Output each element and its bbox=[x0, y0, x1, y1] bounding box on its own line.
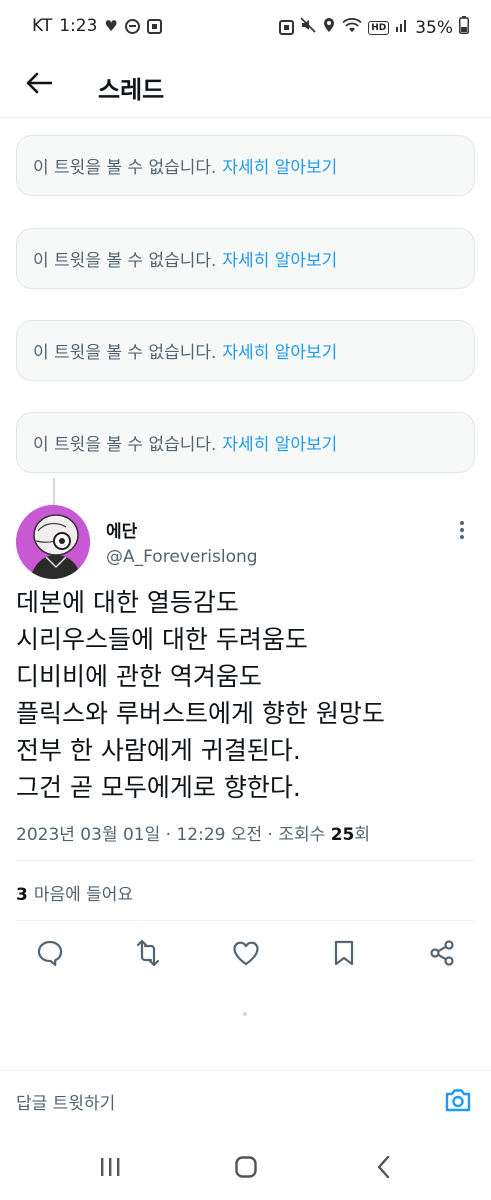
unavailable-tweet-notice: 이 트윗을 볼 수 없습니다. 자세히 알아보기 bbox=[16, 412, 475, 473]
avatar[interactable] bbox=[16, 505, 90, 579]
do-not-disturb-icon bbox=[124, 18, 140, 34]
learn-more-link[interactable]: 자세히 알아보기 bbox=[222, 338, 337, 363]
tweet-text-line: 시리우스들에 대한 두려움도 bbox=[16, 625, 308, 654]
share-icon bbox=[428, 939, 456, 971]
more-options-button[interactable] bbox=[452, 515, 472, 545]
unavailable-message: 이 트윗을 볼 수 없습니다. bbox=[33, 435, 217, 455]
reply-button[interactable] bbox=[35, 940, 65, 970]
camera-button[interactable] bbox=[441, 1085, 475, 1119]
likes-summary[interactable]: 3 마음에 들어요 bbox=[16, 880, 133, 905]
tweet-text-line: 전부 한 사람에게 귀결된다. bbox=[16, 736, 301, 765]
retweet-icon bbox=[133, 939, 163, 971]
view-count: 25 bbox=[330, 825, 355, 845]
view-count-suffix: 회 bbox=[354, 825, 370, 845]
bookmark-icon bbox=[332, 939, 356, 971]
camera-notification-icon bbox=[279, 20, 295, 35]
system-back-button[interactable] bbox=[364, 1152, 404, 1186]
mute-icon bbox=[300, 17, 316, 38]
status-bar-right: HD 35% bbox=[279, 16, 469, 39]
divider bbox=[16, 860, 475, 861]
retweet-button[interactable] bbox=[133, 939, 163, 971]
unavailable-tweet-notice: 이 트윗을 볼 수 없습니다. 자세히 알아보기 bbox=[16, 320, 475, 381]
recent-apps-button[interactable] bbox=[90, 1152, 130, 1186]
like-button[interactable] bbox=[231, 940, 261, 970]
location-icon bbox=[322, 17, 336, 38]
hd-voice-icon: HD bbox=[368, 20, 390, 35]
tweet-text-line: 디비비에 관한 역겨움도 bbox=[16, 662, 262, 691]
app-notification-icon bbox=[146, 18, 162, 34]
back-button[interactable] bbox=[22, 68, 56, 102]
tweet-timestamp: 2023년 03월 01일 · 12:29 오전 · 조회수 bbox=[16, 825, 331, 845]
learn-more-link[interactable]: 자세히 알아보기 bbox=[222, 153, 337, 178]
home-button[interactable] bbox=[226, 1152, 266, 1186]
reply-input[interactable]: 답글 트윗하기 bbox=[16, 1089, 115, 1114]
more-dot bbox=[460, 521, 464, 525]
tweet-actions bbox=[0, 932, 491, 978]
tweet-text: 데본에 대한 열등감도 시리우스들에 대한 두려움도 디비비에 관한 역겨움도 … bbox=[16, 584, 476, 806]
reply-icon bbox=[36, 939, 64, 971]
page-title: 스레드 bbox=[98, 76, 165, 104]
unavailable-tweet-notice: 이 트윗을 볼 수 없습니다. 자세히 알아보기 bbox=[16, 135, 475, 196]
tweet-text-line: 그건 곧 모두에게로 향한다. bbox=[16, 773, 301, 802]
more-dot bbox=[460, 535, 464, 539]
system-navigation-bar bbox=[0, 1138, 491, 1200]
status-bar: KT 1:23 ♥ HD 35% bbox=[0, 0, 491, 56]
likes-count: 3 bbox=[16, 885, 28, 905]
battery-icon bbox=[459, 16, 469, 39]
wifi-icon bbox=[342, 17, 362, 38]
likes-label: 마음에 들어요 bbox=[33, 885, 134, 905]
tweet-text-line: 플릭스와 루버스트에게 향한 원망도 bbox=[16, 699, 385, 728]
back-icon bbox=[374, 1155, 394, 1183]
author-handle[interactable]: @A_Foreverislong bbox=[106, 547, 258, 567]
tweet-metadata: 2023년 03월 01일 · 12:29 오전 · 조회수 25회 bbox=[16, 820, 370, 845]
learn-more-link[interactable]: 자세히 알아보기 bbox=[222, 430, 337, 455]
heart-icon: ♥ bbox=[104, 17, 118, 35]
status-bar-left: KT 1:23 ♥ bbox=[32, 16, 162, 36]
recent-apps-icon bbox=[98, 1156, 122, 1182]
clock: 1:23 bbox=[59, 16, 98, 36]
share-button[interactable] bbox=[427, 940, 457, 970]
author-name[interactable]: 에단 bbox=[106, 517, 137, 542]
divider bbox=[16, 920, 475, 921]
learn-more-link[interactable]: 자세히 알아보기 bbox=[222, 246, 337, 271]
unavailable-tweet-notice: 이 트윗을 볼 수 없습니다. 자세히 알아보기 bbox=[16, 228, 475, 289]
unavailable-message: 이 트윗을 볼 수 없습니다. bbox=[33, 251, 217, 271]
battery-percent: 35% bbox=[415, 17, 453, 38]
top-app-bar: 스레드 bbox=[0, 56, 491, 118]
bookmark-button[interactable] bbox=[329, 940, 359, 970]
loading-indicator bbox=[243, 1012, 247, 1016]
signal-icon bbox=[395, 17, 409, 38]
carrier-label: KT bbox=[32, 16, 53, 36]
home-icon bbox=[234, 1155, 258, 1183]
thread-connector-line bbox=[53, 478, 55, 508]
like-icon bbox=[232, 940, 260, 970]
camera-icon bbox=[444, 1087, 472, 1117]
more-dot bbox=[460, 528, 464, 532]
arrow-left-icon bbox=[26, 72, 53, 98]
unavailable-message: 이 트윗을 볼 수 없습니다. bbox=[33, 343, 217, 363]
reply-composer-bar: 답글 트윗하기 bbox=[0, 1070, 491, 1130]
tweet-text-line: 데본에 대한 열등감도 bbox=[16, 588, 239, 617]
unavailable-message: 이 트윗을 볼 수 없습니다. bbox=[33, 158, 217, 178]
